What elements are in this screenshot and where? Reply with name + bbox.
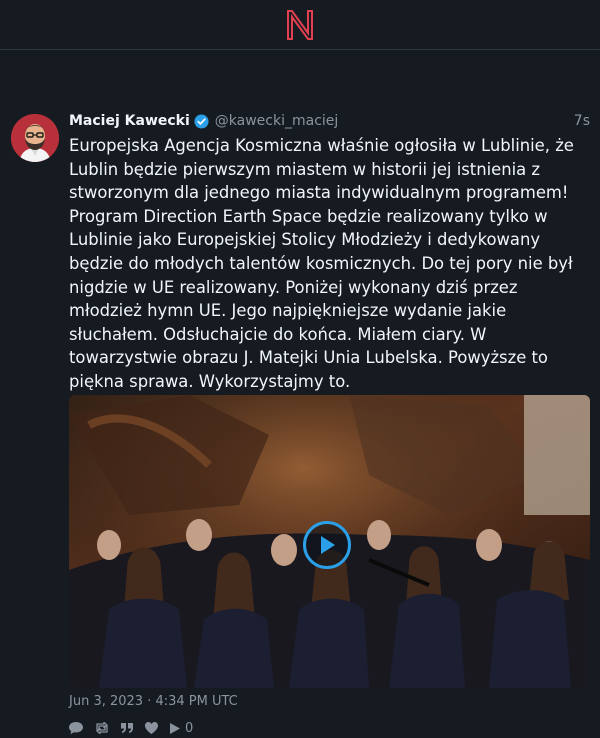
play-button[interactable] [303, 521, 351, 569]
top-bar [0, 0, 600, 50]
plays-stat[interactable]: 0 [169, 721, 193, 736]
play-icon [321, 536, 335, 554]
avatar-image [11, 114, 59, 162]
tweet-time-link[interactable]: 7s [574, 113, 590, 129]
heart-icon [145, 722, 158, 734]
tweet-header: Maciej Kawecki @kawecki_maciej 7s [69, 111, 590, 131]
like-stat[interactable] [144, 721, 159, 735]
fullname-link[interactable]: Maciej Kawecki [69, 113, 190, 129]
video-player[interactable] [69, 395, 590, 688]
play-count-icon [170, 722, 180, 734]
tweet-stats: 0 [68, 718, 203, 738]
tweet-text: Europejska Agencja Kosmiczna właśnie ogł… [69, 136, 574, 391]
tweet: Maciej Kawecki @kawecki_maciej 7s Europe… [0, 50, 600, 736]
tweet-date-link[interactable]: Jun 3, 2023 · 4:34 PM UTC [69, 694, 238, 709]
quote-icon [121, 723, 133, 733]
comment-icon [69, 722, 83, 735]
plays-count: 0 [185, 720, 194, 736]
retweet-icon [96, 721, 108, 735]
n-logo-icon [287, 9, 313, 40]
avatar[interactable] [11, 114, 59, 162]
nitter-logo[interactable] [286, 9, 314, 41]
quote-stat[interactable] [120, 721, 134, 735]
retweet-stat[interactable] [94, 721, 110, 735]
reply-stat[interactable] [68, 721, 84, 735]
username-link[interactable]: @kawecki_maciej [215, 113, 339, 129]
verified-icon [194, 113, 209, 129]
